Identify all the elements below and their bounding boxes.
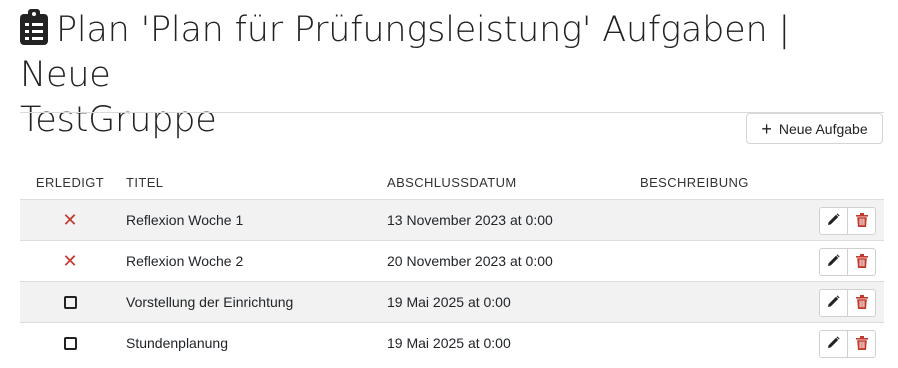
table-row: ✕ Reflexion Woche 1 13 November 2023 at … bbox=[20, 200, 884, 241]
not-done-x-icon: ✕ bbox=[62, 210, 78, 230]
task-date: 19 Mai 2025 at 0:00 bbox=[387, 294, 511, 310]
not-done-x-icon: ✕ bbox=[62, 251, 78, 271]
task-title: Reflexion Woche 1 bbox=[126, 212, 244, 228]
table-row: Stundenplanung 19 Mai 2025 at 0:00 bbox=[20, 323, 884, 363]
edit-button[interactable] bbox=[820, 290, 847, 316]
pencil-icon bbox=[827, 213, 840, 229]
header-done: ERLEDIGT bbox=[35, 175, 105, 190]
header-title: TITEL bbox=[126, 175, 164, 190]
trash-icon bbox=[855, 253, 868, 271]
edit-button[interactable] bbox=[820, 208, 847, 234]
task-title: Stundenplanung bbox=[126, 335, 228, 351]
page-title-line2: TestGruppe bbox=[20, 100, 217, 140]
task-title: Reflexion Woche 2 bbox=[126, 253, 244, 269]
edit-button[interactable] bbox=[820, 249, 847, 275]
task-title: Vorstellung der Einrichtung bbox=[126, 294, 294, 310]
edit-button[interactable] bbox=[820, 331, 847, 357]
task-date: 13 November 2023 at 0:00 bbox=[387, 212, 553, 228]
pencil-icon bbox=[827, 254, 840, 270]
pencil-icon bbox=[827, 336, 840, 352]
row-actions bbox=[819, 248, 876, 276]
done-checkbox[interactable] bbox=[63, 336, 77, 350]
table-row: ✕ Reflexion Woche 2 20 November 2023 at … bbox=[20, 241, 884, 282]
pencil-icon bbox=[827, 295, 840, 311]
row-actions bbox=[819, 207, 876, 235]
trash-icon bbox=[855, 212, 868, 230]
table-row: Vorstellung der Einrichtung 19 Mai 2025 … bbox=[20, 282, 884, 323]
delete-button[interactable] bbox=[847, 249, 875, 275]
task-date: 20 November 2023 at 0:00 bbox=[387, 253, 553, 269]
task-date: 19 Mai 2025 at 0:00 bbox=[387, 335, 511, 351]
plus-icon: + bbox=[761, 118, 772, 139]
done-checkbox[interactable] bbox=[63, 295, 77, 309]
trash-icon bbox=[855, 335, 868, 353]
task-table: ERLEDIGT TITEL ABSCHLUSSDATUM BESCHREIBU… bbox=[20, 166, 884, 363]
delete-button[interactable] bbox=[847, 331, 875, 357]
delete-button[interactable] bbox=[847, 290, 875, 316]
header-date: ABSCHLUSSDATUM bbox=[387, 175, 517, 190]
delete-button[interactable] bbox=[847, 208, 875, 234]
page-title-line1: Plan 'Plan für Prüfungsleistung' Aufgabe… bbox=[20, 10, 791, 95]
row-actions bbox=[819, 330, 876, 358]
row-actions bbox=[819, 289, 876, 317]
header-description: BESCHREIBUNG bbox=[640, 175, 749, 190]
new-task-button[interactable]: + Neue Aufgabe bbox=[746, 113, 883, 144]
trash-icon bbox=[855, 294, 868, 312]
clipboard-list-icon bbox=[20, 9, 48, 45]
table-header: ERLEDIGT TITEL ABSCHLUSSDATUM BESCHREIBU… bbox=[20, 166, 884, 200]
new-task-label: Neue Aufgabe bbox=[778, 120, 868, 137]
